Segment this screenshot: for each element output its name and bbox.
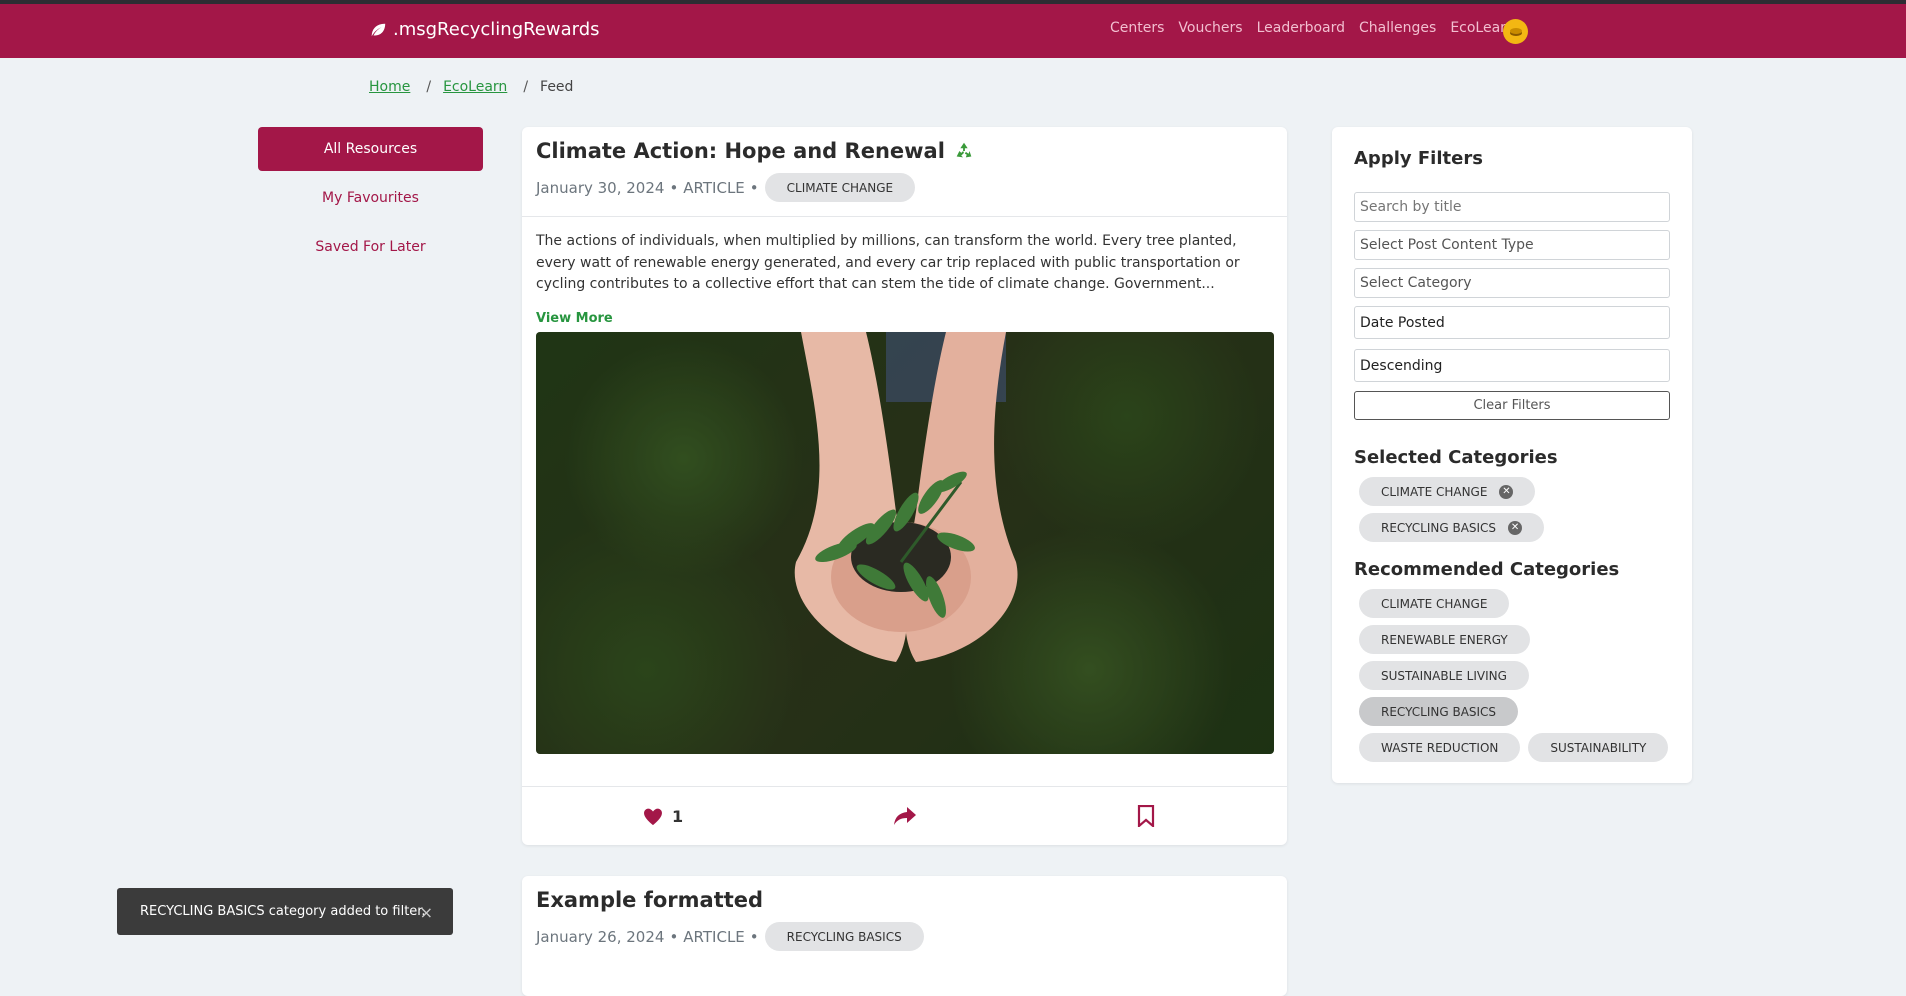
post-meta: January 26, 2024 • ARTICLE • RECYCLING B… [536,922,924,951]
selected-categories-title: Selected Categories [1354,447,1558,468]
recommended-chip-row: SUSTAINABLE LIVING [1359,661,1537,690]
post-type: ARTICLE [683,178,745,197]
divider [522,216,1287,217]
post-category-badge[interactable]: RECYCLING BASICS [764,922,924,951]
sort-by-select[interactable]: Date Posted [1354,306,1670,339]
search-input[interactable] [1354,192,1670,222]
chip-label: RECYCLING BASICS [1381,520,1497,535]
brand-logo[interactable]: .msgRecyclingRewards [369,19,600,40]
coins-icon[interactable] [1503,19,1528,44]
breadcrumb-separator: / [523,79,529,95]
selected-category-chip[interactable]: RECYCLING BASICS ✕ [1359,513,1545,542]
sidebar-item-all-resources[interactable]: All Resources [258,127,483,171]
breadcrumb-separator: / [426,79,432,95]
post-actions: 1 [522,787,1287,845]
post-card: Climate Action: Hope and Renewal January… [522,127,1287,845]
bookmark-icon [1137,805,1155,827]
recommended-category-chip[interactable]: RENEWABLE ENERGY [1359,625,1530,654]
leaf-icon [371,23,386,36]
meta-separator: • [749,178,759,197]
recommended-chip-row: RENEWABLE ENERGY [1359,625,1538,654]
selected-category-chip[interactable]: CLIMATE CHANGE ✕ [1359,477,1536,506]
meta-separator: • [669,927,679,946]
nav-vouchers[interactable]: Vouchers [1178,20,1242,36]
meta-separator: • [669,178,679,197]
breadcrumb-current: Feed [540,79,574,95]
toast-notification: RECYCLING BASICS category added to filte… [117,888,453,935]
sidebar: All Resources My Favourites Saved For La… [258,127,483,274]
recommended-chip-row: RECYCLING BASICS [1359,697,1526,726]
post-title-text: Climate Action: Hope and Renewal [536,139,945,163]
remove-chip-icon[interactable]: ✕ [1499,484,1514,499]
recommended-category-chip[interactable]: WASTE REDUCTION [1359,733,1521,762]
breadcrumb-home[interactable]: Home [369,79,410,95]
share-icon [894,807,916,825]
heart-icon [644,808,662,826]
navbar: .msgRecyclingRewards Centers Vouchers Le… [0,4,1906,58]
recommended-chip-row: CLIMATE CHANGE [1359,589,1517,618]
recommended-category-chip[interactable]: RECYCLING BASICS [1359,697,1519,726]
post-image [536,332,1274,754]
recommended-category-chip[interactable]: CLIMATE CHANGE [1359,589,1510,618]
post-category-badge[interactable]: CLIMATE CHANGE [764,173,916,202]
post-title[interactable]: Example formatted [536,888,763,912]
clear-filters-button[interactable]: Clear Filters [1354,391,1670,420]
nav-centers[interactable]: Centers [1110,20,1164,36]
nav-challenges[interactable]: Challenges [1359,20,1436,36]
toast-message: RECYCLING BASICS category added to filte… [140,904,426,919]
recommended-chip-row: WASTE REDUCTION SUSTAINABILITY [1359,733,1676,762]
sidebar-item-saved-for-later[interactable]: Saved For Later [258,225,483,269]
content-type-select[interactable]: Select Post Content Type [1354,230,1670,260]
breadcrumb: Home / EcoLearn / Feed [369,79,573,95]
post-title[interactable]: Climate Action: Hope and Renewal [536,139,975,163]
sidebar-item-my-favourites[interactable]: My Favourites [258,176,483,220]
nav-leaderboard[interactable]: Leaderboard [1257,20,1345,36]
hands-with-seedling-illustration [536,332,1274,754]
view-more-link[interactable]: View More [536,311,613,326]
filters-title: Apply Filters [1354,148,1483,169]
filters-panel: Apply Filters Select Post Content Type S… [1332,127,1692,783]
meta-separator: • [749,927,759,946]
close-icon[interactable]: × [420,903,433,922]
recommended-category-chip[interactable]: SUSTAINABILITY [1528,733,1669,762]
remove-chip-icon[interactable]: ✕ [1508,520,1523,535]
recycle-icon [956,142,972,158]
post-date: January 26, 2024 [536,927,665,946]
like-count: 1 [672,806,684,826]
post-type: ARTICLE [683,927,745,946]
bookmark-button[interactable] [1137,805,1155,827]
nav-links: Centers Vouchers Leaderboard Challenges … [1110,20,1529,36]
sort-order-select[interactable]: Descending [1354,349,1670,382]
chip-label: CLIMATE CHANGE [1381,484,1488,499]
share-button[interactable] [893,806,917,826]
breadcrumb-ecolearn[interactable]: EcoLearn [443,79,507,95]
recommended-categories-title: Recommended Categories [1354,559,1620,580]
post-date: January 30, 2024 [536,178,665,197]
recommended-category-chip[interactable]: SUSTAINABLE LIVING [1359,661,1529,690]
post-meta: January 30, 2024 • ARTICLE • CLIMATE CHA… [536,173,916,202]
post-excerpt: The actions of individuals, when multipl… [536,233,1240,292]
post-card: Example formatted January 26, 2024 • ART… [522,876,1287,996]
brand-name: .msgRecyclingRewards [393,19,600,40]
like-button[interactable]: 1 [642,806,683,826]
selected-chip-row: RECYCLING BASICS ✕ [1359,513,1552,542]
category-select[interactable]: Select Category [1354,268,1670,298]
selected-chip-row: CLIMATE CHANGE ✕ [1359,477,1543,506]
